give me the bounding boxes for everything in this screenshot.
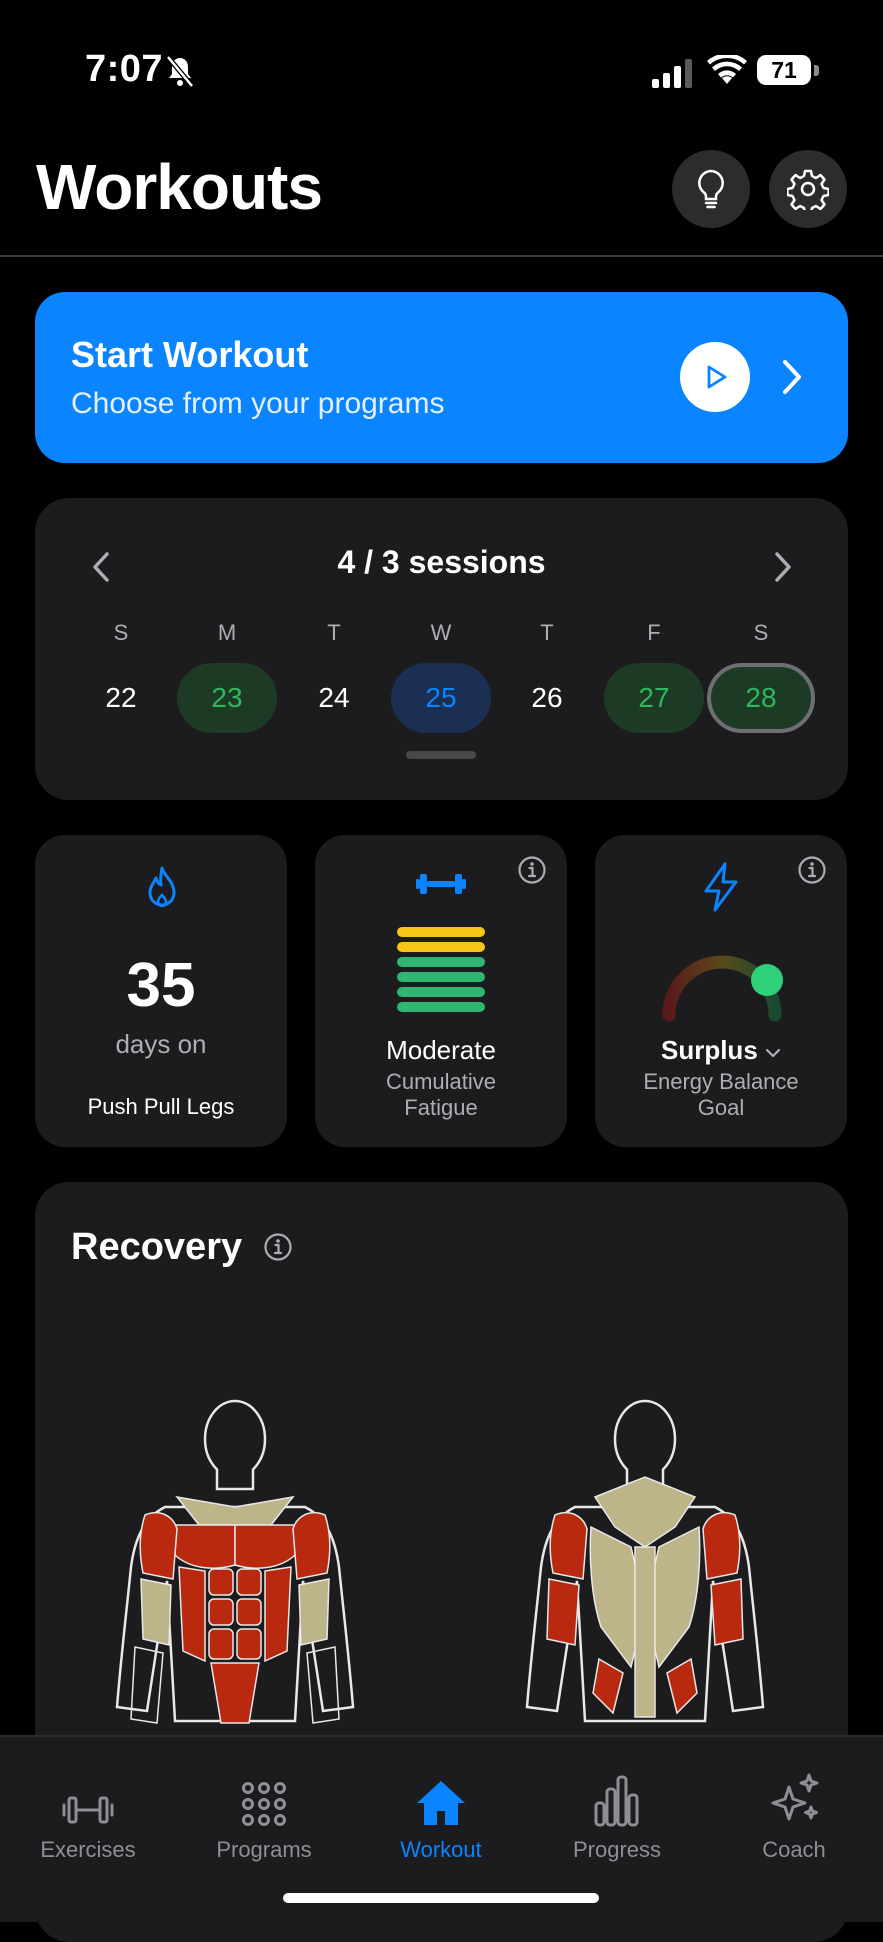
tab-exercises[interactable]: Exercises <box>0 1767 176 1863</box>
energy-selector[interactable]: Surplus <box>595 1035 847 1066</box>
dumbbell-icon <box>416 874 466 894</box>
wifi-icon <box>707 55 747 84</box>
gear-icon <box>787 169 829 210</box>
chevron-right-icon <box>783 360 801 394</box>
sparkles-icon <box>771 1773 819 1821</box>
status-bar: 7:07 71 <box>0 0 883 140</box>
tab-label: Programs <box>216 1837 312 1862</box>
fatigue-bar <box>397 942 485 952</box>
energy-value: Surplus <box>660 1035 758 1065</box>
lightbulb-icon <box>698 169 724 209</box>
home-icon <box>417 1781 465 1825</box>
tab-label: Progress <box>572 1837 662 1862</box>
tab-workout[interactable]: Workout <box>353 1767 529 1863</box>
muscle-map-front[interactable] <box>105 1397 365 1737</box>
calendar-day-today[interactable]: 28 <box>707 663 815 733</box>
weekday-label: S <box>113 620 129 645</box>
fatigue-bar <box>397 972 485 982</box>
tab-coach[interactable]: Coach <box>706 1767 882 1863</box>
battery-cap <box>814 65 819 76</box>
streak-days: 35 <box>126 951 196 1020</box>
energy-label: Energy Balance Goal <box>643 1069 799 1120</box>
program-name: Push Pull Legs <box>87 1094 235 1119</box>
bell-slash-icon <box>166 55 194 88</box>
muscle-map-back[interactable] <box>515 1397 775 1737</box>
tab-label: Workout <box>400 1837 482 1862</box>
calendar-day[interactable]: 24 <box>284 663 384 733</box>
chevron-right-icon[interactable] <box>770 550 794 584</box>
start-workout-card[interactable]: Start Workout Choose from your programs <box>35 292 848 463</box>
recovery-title: Recovery <box>71 1226 243 1268</box>
weekday-label: S <box>753 620 769 645</box>
battery-indicator: 71 <box>757 55 819 87</box>
start-workout-title: Start Workout <box>71 334 309 375</box>
info-icon[interactable] <box>797 855 827 885</box>
fatigue-label: Cumulative Fatigue <box>385 1069 497 1120</box>
fatigue-bar <box>397 1002 485 1012</box>
tab-label: Exercises <box>40 1837 136 1862</box>
calendar-day[interactable]: 22 <box>71 663 171 733</box>
grid-dots-icon <box>242 1782 286 1826</box>
info-icon[interactable] <box>517 855 547 885</box>
streak-label: days on <box>115 1029 207 1059</box>
flame-icon <box>148 866 176 908</box>
tab-label: Coach <box>762 1837 826 1862</box>
tab-programs[interactable]: Programs <box>176 1767 352 1863</box>
calendar-day-completed[interactable]: 23 <box>177 663 277 733</box>
weekday-label: T <box>540 620 554 645</box>
streak-card[interactable]: 35 days on Push Pull Legs <box>35 835 287 1147</box>
weekday-label: F <box>647 620 661 645</box>
weekday-label: T <box>327 620 341 645</box>
fatigue-card[interactable]: Moderate Cumulative Fatigue <box>315 835 567 1147</box>
calendar-day[interactable]: 26 <box>497 663 597 733</box>
tips-button[interactable] <box>672 150 750 228</box>
fatigue-bars <box>397 927 485 1017</box>
dumbbell-icon <box>62 1796 114 1824</box>
settings-button[interactable] <box>769 150 847 228</box>
play-icon <box>707 365 727 389</box>
play-button[interactable] <box>680 342 750 412</box>
info-icon[interactable] <box>263 1232 293 1262</box>
energy-balance-card[interactable]: Surplus Energy Balance Goal <box>595 835 847 1147</box>
home-indicator[interactable] <box>283 1893 599 1903</box>
weekday-label: W <box>430 620 452 645</box>
tab-progress[interactable]: Progress <box>529 1767 705 1863</box>
battery-level: 71 <box>757 55 811 85</box>
fatigue-bar <box>397 927 485 937</box>
start-workout-subtitle: Choose from your programs <box>71 387 445 420</box>
calendar-day-scheduled[interactable]: 25 <box>391 663 491 733</box>
weekday-label: M <box>217 620 237 645</box>
bar-chart-icon <box>594 1775 639 1827</box>
status-time: 7:07 <box>85 48 164 90</box>
chevron-down-icon <box>765 1048 781 1058</box>
fatigue-level: Moderate <box>386 1035 496 1065</box>
expand-handle[interactable] <box>406 751 476 759</box>
calendar-day-completed[interactable]: 27 <box>604 663 704 733</box>
weekly-calendar-card: 4 / 3 sessions S M T W T F S 22 23 24 25… <box>35 498 848 800</box>
header-divider <box>0 255 883 257</box>
energy-gauge <box>662 955 783 1022</box>
page-title: Workouts <box>36 151 323 223</box>
lightning-bolt-icon <box>704 862 738 912</box>
sessions-count: 4 / 3 sessions <box>337 544 546 580</box>
fatigue-bar <box>397 987 485 997</box>
cellular-signal-icon <box>652 59 692 88</box>
fatigue-bar <box>397 957 485 967</box>
